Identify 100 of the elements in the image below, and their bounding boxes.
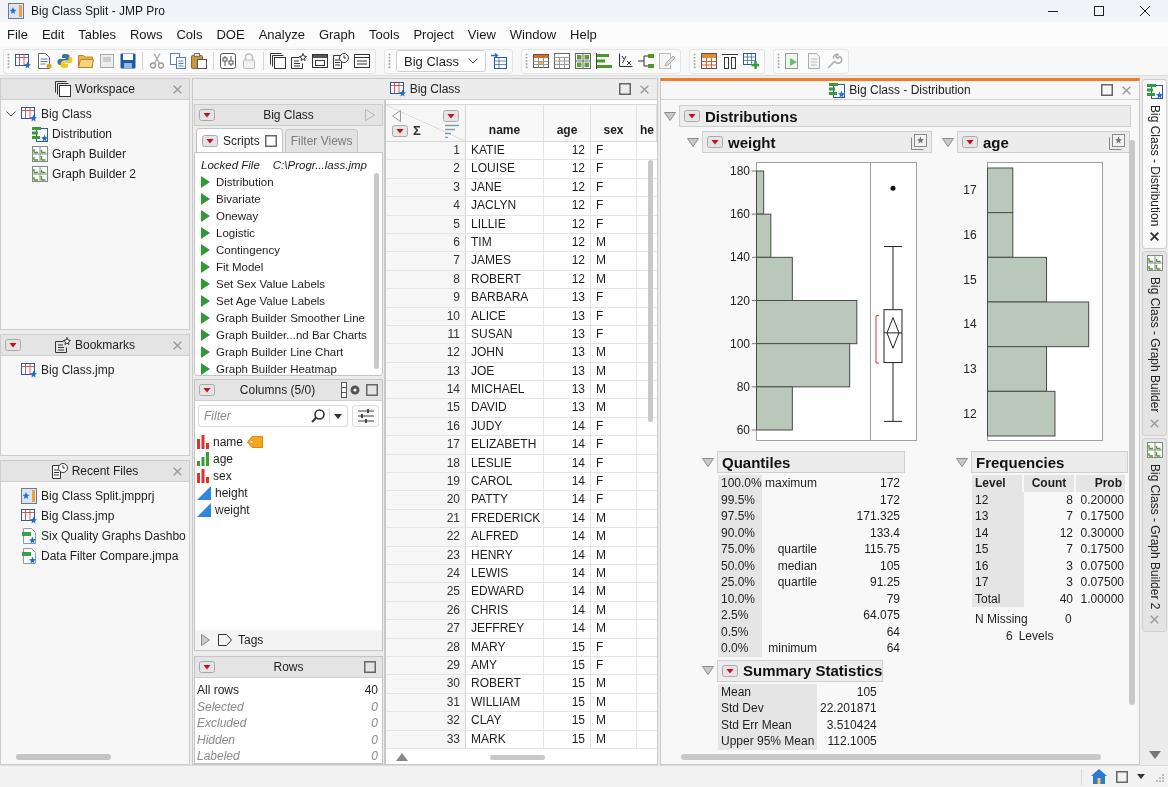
checkbox-icon[interactable] <box>1116 770 1128 783</box>
recent-file-item[interactable]: Big Class.jmp <box>1 506 189 526</box>
menu-item[interactable]: Rows <box>122 25 170 44</box>
table-plus-icon[interactable] <box>743 53 759 69</box>
row-number[interactable]: 2 <box>386 160 466 179</box>
paste-icon[interactable] <box>191 53 207 69</box>
dropdown-icon[interactable] <box>962 136 978 148</box>
column-item[interactable]: name <box>197 433 380 450</box>
side-tab[interactable]: Big Class - Graph Builder <box>1142 251 1167 436</box>
menu-item[interactable]: Cols <box>169 25 210 44</box>
menu-item[interactable]: Edit <box>34 25 72 44</box>
document-icon[interactable] <box>36 53 52 69</box>
options-button[interactable] <box>352 405 379 427</box>
folder-icon[interactable] <box>78 53 94 69</box>
row-number[interactable]: 14 <box>386 381 466 400</box>
checkbox-icon[interactable] <box>264 134 277 147</box>
menu-item[interactable]: Tools <box>362 25 407 44</box>
grip-icon[interactable] <box>388 53 391 69</box>
menu-item[interactable]: Analyze <box>251 25 312 44</box>
dropdown-icon[interactable] <box>199 109 215 121</box>
star-box-icon[interactable] <box>1109 134 1125 150</box>
tab[interactable]: Scripts <box>196 128 283 152</box>
scrollbar-thumb[interactable] <box>374 173 379 369</box>
scrollbar-thumb[interactable] <box>1129 140 1135 705</box>
bookmark-item[interactable]: Big Class.jmp <box>1 360 189 380</box>
menu-item[interactable]: Window <box>502 25 564 44</box>
list-window-icon[interactable] <box>354 53 370 69</box>
windows-icon[interactable] <box>270 53 286 69</box>
columns-icon[interactable] <box>722 53 738 69</box>
dropdown-icon[interactable] <box>199 661 215 673</box>
snake-logo-icon[interactable] <box>57 53 73 69</box>
menu-item[interactable]: Tables <box>71 25 123 44</box>
script-item[interactable]: Logistic <box>201 224 376 241</box>
table-icon[interactable] <box>701 53 717 69</box>
disclosure-icon[interactable] <box>956 457 968 467</box>
tree-item[interactable]: Distribution <box>32 126 113 142</box>
star-box-icon[interactable] <box>911 134 927 150</box>
table-icon[interactable] <box>533 53 549 69</box>
copy-icon[interactable] <box>170 53 186 69</box>
checkbox-icon[interactable] <box>365 384 378 396</box>
disclosure-icon[interactable] <box>687 137 699 147</box>
script-item[interactable]: Set Age Value Labels <box>201 292 376 309</box>
row-number[interactable]: 12 <box>386 344 466 363</box>
script-item[interactable]: Graph Builder Line Chart <box>201 343 376 360</box>
side-tab[interactable]: Big Class - Graph Builder 2 <box>1142 437 1167 633</box>
row-number[interactable]: 17 <box>386 436 466 455</box>
tree-item[interactable]: Big Class <box>21 106 92 122</box>
table-icon[interactable] <box>15 53 31 69</box>
disclosure-icon[interactable] <box>664 111 676 121</box>
expand-icon[interactable] <box>201 634 210 646</box>
row-number[interactable]: 1 <box>386 142 466 161</box>
disclosure-icon[interactable] <box>702 666 714 675</box>
scroll-down-icon[interactable] <box>1148 751 1161 759</box>
play-document-icon[interactable] <box>785 53 801 69</box>
menu-item[interactable]: Graph <box>311 25 363 44</box>
script-item[interactable]: Fit Model <box>201 258 376 275</box>
scrollbar-thumb[interactable] <box>681 754 1101 760</box>
checkbox-icon[interactable] <box>364 661 376 673</box>
recent-file-item[interactable]: Data Filter Compare.jmpa <box>1 546 189 566</box>
row-number[interactable]: 22 <box>386 528 466 547</box>
recent-file-item[interactable]: Big Class Split.jmpprj <box>1 486 189 506</box>
column-header[interactable]: age <box>544 105 591 141</box>
row-number[interactable]: 7 <box>386 252 466 271</box>
table-selector[interactable]: Big Class <box>396 50 486 72</box>
row-number[interactable]: 4 <box>386 197 466 216</box>
column-header[interactable]: sex <box>591 105 637 141</box>
menu-item[interactable]: View <box>460 25 503 44</box>
disclosure-icon[interactable] <box>702 457 714 467</box>
close-icon[interactable] <box>1150 232 1159 242</box>
bar-chart-icon[interactable] <box>596 53 612 69</box>
row-number[interactable]: 32 <box>386 712 466 731</box>
disclosure-icon[interactable] <box>942 137 954 147</box>
branch-icon[interactable] <box>638 53 654 69</box>
scissors-icon[interactable] <box>149 53 165 69</box>
column-header[interactable]: name <box>466 105 544 141</box>
scrollbar-thumb[interactable] <box>648 160 653 422</box>
menu-item[interactable]: DOE <box>209 25 252 44</box>
dropdown-icon[interactable] <box>722 664 738 677</box>
row-number[interactable]: 20 <box>386 491 466 510</box>
row-number[interactable]: 19 <box>386 473 466 492</box>
tags-item[interactable]: Tags <box>218 633 264 647</box>
minimize-icon[interactable] <box>1048 10 1058 12</box>
window-icon[interactable] <box>312 53 328 69</box>
column-item[interactable]: weight <box>197 501 380 518</box>
star-document-icon[interactable] <box>291 53 307 69</box>
grip-icon[interactable] <box>693 53 696 69</box>
save-icon[interactable] <box>120 53 136 69</box>
row-number[interactable]: 15 <box>386 399 466 418</box>
sigma-label[interactable]: Σ <box>413 123 421 138</box>
chevron-icon[interactable] <box>6 111 16 117</box>
dropdown-icon[interactable] <box>5 339 21 351</box>
tree-item[interactable]: Graph Builder <box>32 146 127 162</box>
tree-item[interactable]: Graph Builder 2 <box>32 166 137 182</box>
script-item[interactable]: Set Sex Value Labels <box>201 275 376 292</box>
table-arrow-icon[interactable] <box>491 53 507 69</box>
dropdown-icon[interactable] <box>707 136 723 148</box>
script-item[interactable]: Distribution <box>201 173 376 190</box>
script-item[interactable]: Graph Builder Heatmap <box>201 360 376 375</box>
script-item[interactable]: Bivariate <box>201 190 376 207</box>
triangle-up-icon[interactable] <box>396 753 408 761</box>
